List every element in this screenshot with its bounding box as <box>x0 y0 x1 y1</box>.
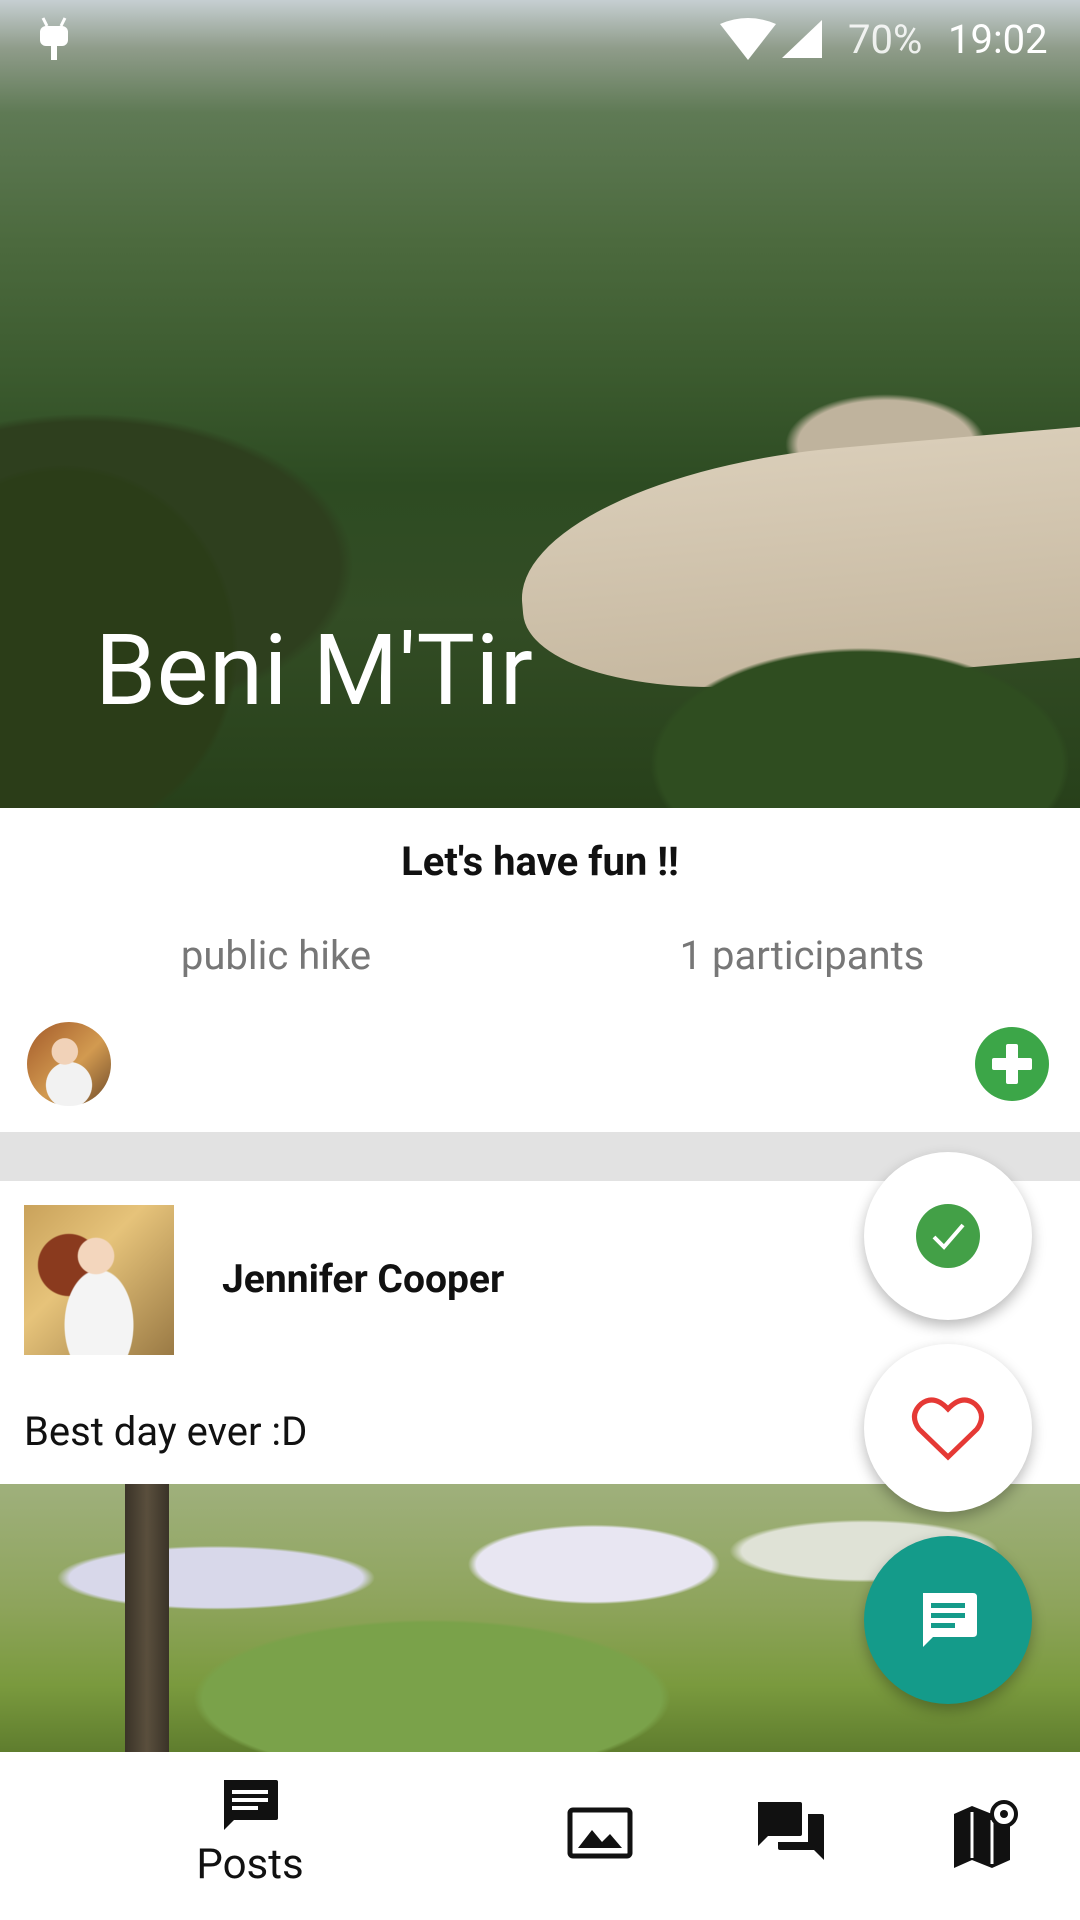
add-participant-button[interactable] <box>975 1027 1049 1101</box>
post-author-name[interactable]: Jennifer Cooper <box>222 1256 504 1302</box>
chat-icon[interactable] <box>752 1794 832 1874</box>
plus-icon <box>992 1044 1032 1084</box>
event-title: Beni M'Tir <box>95 613 534 728</box>
hero-trees-right <box>600 620 1080 808</box>
nav-posts-label: Posts <box>196 1840 304 1889</box>
hero-image: Beni M'Tir <box>0 0 1080 808</box>
battery-level: 70% <box>848 16 923 63</box>
post-image-trunk <box>125 1484 169 1752</box>
nav-posts[interactable]: Posts <box>150 1752 350 1920</box>
participant-avatar[interactable] <box>27 1022 111 1106</box>
signal-icon <box>782 20 822 58</box>
map-icon[interactable] <box>944 1794 1024 1874</box>
android-icon <box>40 17 68 60</box>
posts-icon <box>224 1780 278 1830</box>
event-type: public hike <box>180 932 372 979</box>
participants-count[interactable]: 1 participants <box>552 932 1052 979</box>
bottom-nav: Posts <box>0 1752 1080 1920</box>
status-bar: 70% 19:02 <box>0 0 1080 75</box>
post-text: Best day ever :D <box>24 1408 308 1455</box>
post-author-avatar[interactable] <box>24 1205 174 1355</box>
event-slogan: Let's have fun !! <box>401 838 679 885</box>
like-button[interactable] <box>864 1344 1032 1512</box>
check-circle-icon <box>916 1204 980 1268</box>
comment-icon <box>923 1593 977 1647</box>
join-button[interactable] <box>864 1152 1032 1320</box>
clock: 19:02 <box>948 16 1048 63</box>
comment-button[interactable] <box>864 1536 1032 1704</box>
heart-icon <box>912 1397 984 1461</box>
gallery-icon[interactable] <box>560 1794 640 1874</box>
wifi-icon <box>720 18 776 60</box>
